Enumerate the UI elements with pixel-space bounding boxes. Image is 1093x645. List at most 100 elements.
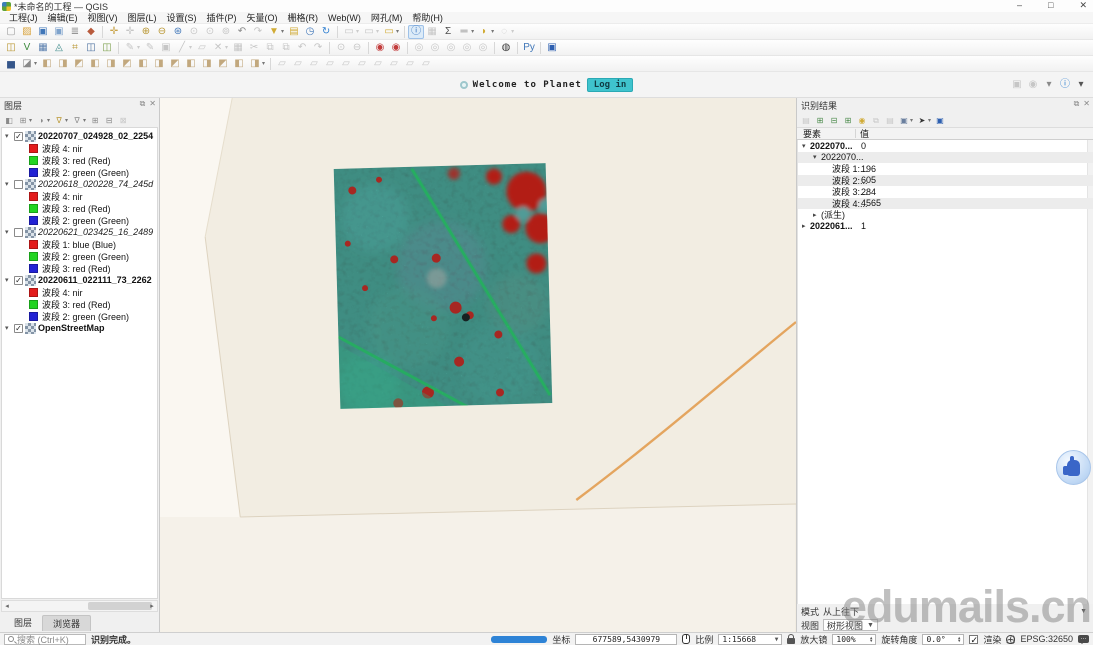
crs-status[interactable]: EPSG:32650 — [1020, 634, 1073, 644]
add-vector-layer[interactable]: V — [19, 41, 35, 55]
layer-checkbox[interactable]: ✓ — [14, 132, 23, 141]
menu-item-插件[interactable]: 插件(P) — [202, 11, 242, 24]
raster-tool-2[interactable]: ◨ — [55, 57, 71, 71]
layer-row[interactable]: ▾✓20220707_024928_02_2254 — [2, 130, 157, 142]
identify-row[interactable]: ▸(派生) — [798, 209, 1093, 221]
open-layer-styling[interactable]: ◧ — [2, 114, 16, 126]
refresh-map[interactable]: ↻ — [318, 25, 334, 39]
map-canvas[interactable] — [160, 98, 796, 632]
scroll-right-icon[interactable]: ▸ — [147, 602, 157, 610]
save-project-as[interactable]: ▣ — [51, 25, 67, 39]
expander-icon[interactable]: ▸ — [802, 222, 810, 230]
new-project[interactable]: ▢ — [3, 25, 19, 39]
band-row[interactable]: 波段 2: green (Green) — [2, 250, 157, 262]
layer-checkbox[interactable]: ✓ — [14, 276, 23, 285]
band-row[interactable]: 波段 4: nir — [2, 286, 157, 298]
new-bookmark[interactable]: ▼▾ — [266, 25, 286, 39]
band-row[interactable]: 波段 4: nir — [2, 142, 157, 154]
raster-tool-14[interactable]: ◨▾ — [247, 57, 267, 71]
expander-icon[interactable]: ▾ — [5, 180, 12, 188]
scale-combobox[interactable]: 1:15668 ▼ — [718, 634, 782, 645]
expand-tree[interactable]: ⊞ — [813, 114, 827, 126]
maximize-button[interactable]: □ — [1048, 0, 1053, 11]
add-delimited-text-layer[interactable]: ⌗ — [67, 41, 83, 55]
undock-panel-icon[interactable]: ⧉ — [1074, 99, 1080, 109]
new-print-layout[interactable]: ≣ — [67, 25, 83, 39]
add-wms-layer[interactable]: ◫ — [99, 41, 115, 55]
identify-features[interactable]: ⓘ — [408, 25, 424, 39]
raster-tool-12[interactable]: ◩ — [215, 57, 231, 71]
expand-new-results[interactable]: ⊞ — [841, 114, 855, 126]
planet-options[interactable]: ▾ — [1041, 78, 1057, 92]
menu-item-图层[interactable]: 图层(L) — [123, 11, 162, 24]
add-raster-layer[interactable]: ▦ — [35, 41, 51, 55]
raster-tool-5[interactable]: ◨ — [103, 57, 119, 71]
raster-tool-3[interactable]: ◩ — [71, 57, 87, 71]
collapse-tree[interactable]: ⊟ — [827, 114, 841, 126]
raster-tool-6[interactable]: ◩ — [119, 57, 135, 71]
menu-item-设置[interactable]: 设置(S) — [162, 11, 202, 24]
menu-item-网孔[interactable]: 网孔(M) — [366, 11, 408, 24]
scroll-left-icon[interactable]: ◂ — [2, 602, 12, 610]
layer-row[interactable]: ▾✓20220611_022111_73_2262 — [2, 274, 157, 286]
layer-row[interactable]: ▾20220618_020228_74_245d — [2, 178, 157, 190]
close-button[interactable]: ✕ — [1079, 0, 1087, 11]
band-row[interactable]: 波段 2: green (Green) — [2, 310, 157, 322]
zoom-in[interactable]: ⊕ — [138, 25, 154, 39]
magnifier-input[interactable]: 100% ▲▼ — [832, 634, 876, 645]
menu-item-帮助[interactable]: 帮助(H) — [407, 11, 448, 24]
expander-icon[interactable]: ▾ — [802, 142, 810, 150]
manage-map-themes[interactable]: ◑▾ — [34, 114, 52, 126]
layer-row[interactable]: ▾✓OpenStreetMap — [2, 322, 157, 334]
identify-row[interactable]: ▸2022061...1 — [798, 221, 1093, 233]
raster-histogram[interactable]: ▅ — [3, 57, 19, 71]
expander-icon[interactable]: ▾ — [5, 228, 12, 236]
messages-icon[interactable]: … — [1078, 635, 1089, 643]
scrollbar-thumb[interactable] — [88, 602, 152, 610]
band-row[interactable]: 波段 3: red (Red) — [2, 202, 157, 214]
identify-row[interactable]: ▾2022070...0 — [798, 140, 1093, 152]
raster-tool-8[interactable]: ◨ — [151, 57, 167, 71]
menu-item-Web[interactable]: Web(W) — [323, 13, 366, 23]
band-row[interactable]: 波段 3: red (Red) — [2, 154, 157, 166]
filter-legend[interactable]: ∇▾ — [52, 114, 70, 126]
planet-menu[interactable]: ▾ — [1073, 78, 1089, 92]
statistical-summary[interactable]: Σ — [440, 25, 456, 39]
expander-icon[interactable]: ▸ — [813, 211, 821, 219]
expander-icon[interactable]: ▾ — [5, 132, 12, 140]
measure[interactable]: ═▾ — [456, 25, 476, 39]
menu-item-视图[interactable]: 视图(V) — [83, 11, 123, 24]
python-console[interactable]: Py — [521, 41, 537, 55]
expand-all[interactable]: ⊞ — [88, 114, 102, 126]
collapse-all[interactable]: ⊟ — [102, 114, 116, 126]
minimize-button[interactable]: – — [1017, 0, 1022, 11]
raster-tool-7[interactable]: ◧ — [135, 57, 151, 71]
band-row[interactable]: 波段 2: green (Green) — [2, 166, 157, 178]
layer-labeling[interactable]: ◉ — [372, 41, 388, 55]
expander-icon[interactable]: ▾ — [813, 153, 821, 161]
identify-help[interactable]: ▣ — [933, 114, 947, 126]
band-row[interactable]: 波段 4: nir — [2, 190, 157, 202]
identify-mode[interactable]: ➤▾ — [915, 114, 933, 126]
locator-search-input[interactable]: 搜索 (Ctrl+K) — [4, 634, 86, 645]
temporal-controller[interactable]: ◷ — [302, 25, 318, 39]
raster-tool-10[interactable]: ◧ — [183, 57, 199, 71]
close-panel-icon[interactable]: ✕ — [1083, 99, 1090, 109]
plugin-help[interactable]: ▣ — [544, 41, 560, 55]
raster-tool-4[interactable]: ◧ — [87, 57, 103, 71]
expander-icon[interactable]: ▾ — [5, 276, 12, 284]
raster-tool-13[interactable]: ◧ — [231, 57, 247, 71]
gee-data-catalog[interactable]: ◍ — [498, 41, 514, 55]
show-bookmarks[interactable]: ▤ — [286, 25, 302, 39]
raster-tool-11[interactable]: ◨ — [199, 57, 215, 71]
close-panel-icon[interactable]: ✕ — [149, 99, 156, 109]
open-project[interactable]: ▨ — [19, 25, 35, 39]
mode-select[interactable]: 从上往下 ▼ — [823, 605, 1089, 618]
filter-by-expression[interactable]: ∇▾ — [70, 114, 88, 126]
layer-checkbox[interactable]: ✓ — [14, 324, 23, 333]
menu-item-工程[interactable]: 工程(J) — [4, 11, 43, 24]
style-manager[interactable]: ◆ — [83, 25, 99, 39]
raster-tool-9[interactable]: ◩ — [167, 57, 183, 71]
layer-row[interactable]: ▾20220621_023425_16_2489 — [2, 226, 157, 238]
band-row[interactable]: 波段 1: blue (Blue) — [2, 238, 157, 250]
